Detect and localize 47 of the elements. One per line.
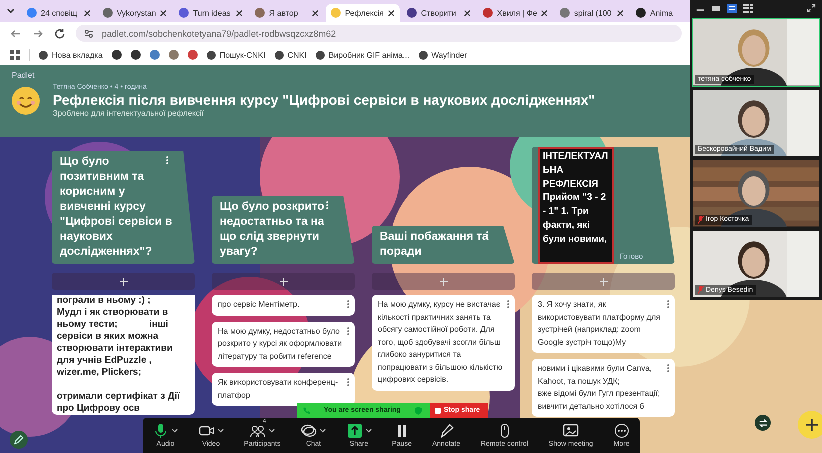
close-icon[interactable] — [388, 10, 396, 16]
browser-tab[interactable]: 24 сповіщ — [22, 4, 96, 22]
bookmark-icon[interactable] — [130, 50, 141, 60]
bookmark[interactable]: Нова вкладка — [39, 50, 103, 60]
browser-tab[interactable]: Рефлексія — [326, 4, 400, 22]
site-icon — [255, 8, 266, 18]
bookmark[interactable]: Виробник GIF аніма... — [316, 50, 410, 60]
browser-tab[interactable]: Turn ideas — [174, 4, 248, 22]
speaker-view-icon[interactable] — [711, 4, 721, 12]
board-title: Рефлексія після вивчення курсу "Цифрові сервіси в наукових дослідженнях" — [53, 92, 596, 108]
site-icon — [407, 8, 418, 18]
close-icon[interactable] — [84, 10, 91, 16]
bookmark[interactable]: CNKI — [274, 50, 307, 60]
site-icon — [179, 8, 190, 18]
forward-icon[interactable] — [32, 28, 44, 40]
site-icon — [103, 8, 113, 18]
browser-tab[interactable]: Створити — [402, 4, 476, 22]
close-icon[interactable] — [312, 10, 320, 16]
smiley-icon — [12, 87, 40, 115]
gallery-view-icon[interactable] — [727, 4, 737, 12]
app-name: Padlet — [12, 71, 35, 80]
site-icon — [331, 8, 342, 18]
browser-tab[interactable]: Я автор — [250, 4, 324, 22]
reload-icon[interactable] — [54, 28, 66, 40]
browser-tab[interactable]: Anima — [631, 4, 678, 22]
expand-icon[interactable] — [807, 4, 816, 12]
bookmark[interactable]: Пошук-CNKI — [206, 50, 266, 60]
address-field[interactable]: padlet.com/sobchenkotetyana79/padlet-rodbwsqzcxz8m62 — [76, 25, 682, 42]
close-icon[interactable] — [160, 10, 168, 16]
close-icon[interactable] — [541, 10, 548, 16]
site-icon — [636, 8, 646, 18]
site-icon — [560, 8, 570, 18]
site-settings-icon[interactable] — [84, 28, 94, 38]
browser-tab[interactable]: Хвиля | Фе — [478, 4, 554, 22]
close-icon[interactable] — [236, 10, 244, 16]
browser-tab[interactable]: spiral (100 — [555, 4, 630, 22]
back-icon[interactable] — [10, 28, 22, 40]
apps-icon[interactable] — [10, 50, 20, 60]
site-icon — [27, 8, 37, 18]
bookmark[interactable]: Wayfinder — [418, 50, 468, 60]
close-icon[interactable] — [464, 10, 472, 16]
board-subtitle: Зроблено для інтелектуальної рефлексії — [53, 109, 205, 118]
bookmark-icon[interactable] — [112, 50, 122, 60]
site-icon — [483, 8, 494, 18]
browser-tab[interactable]: Vykorystan — [98, 4, 172, 22]
grid-icon[interactable] — [743, 4, 753, 12]
close-icon[interactable] — [617, 10, 624, 16]
